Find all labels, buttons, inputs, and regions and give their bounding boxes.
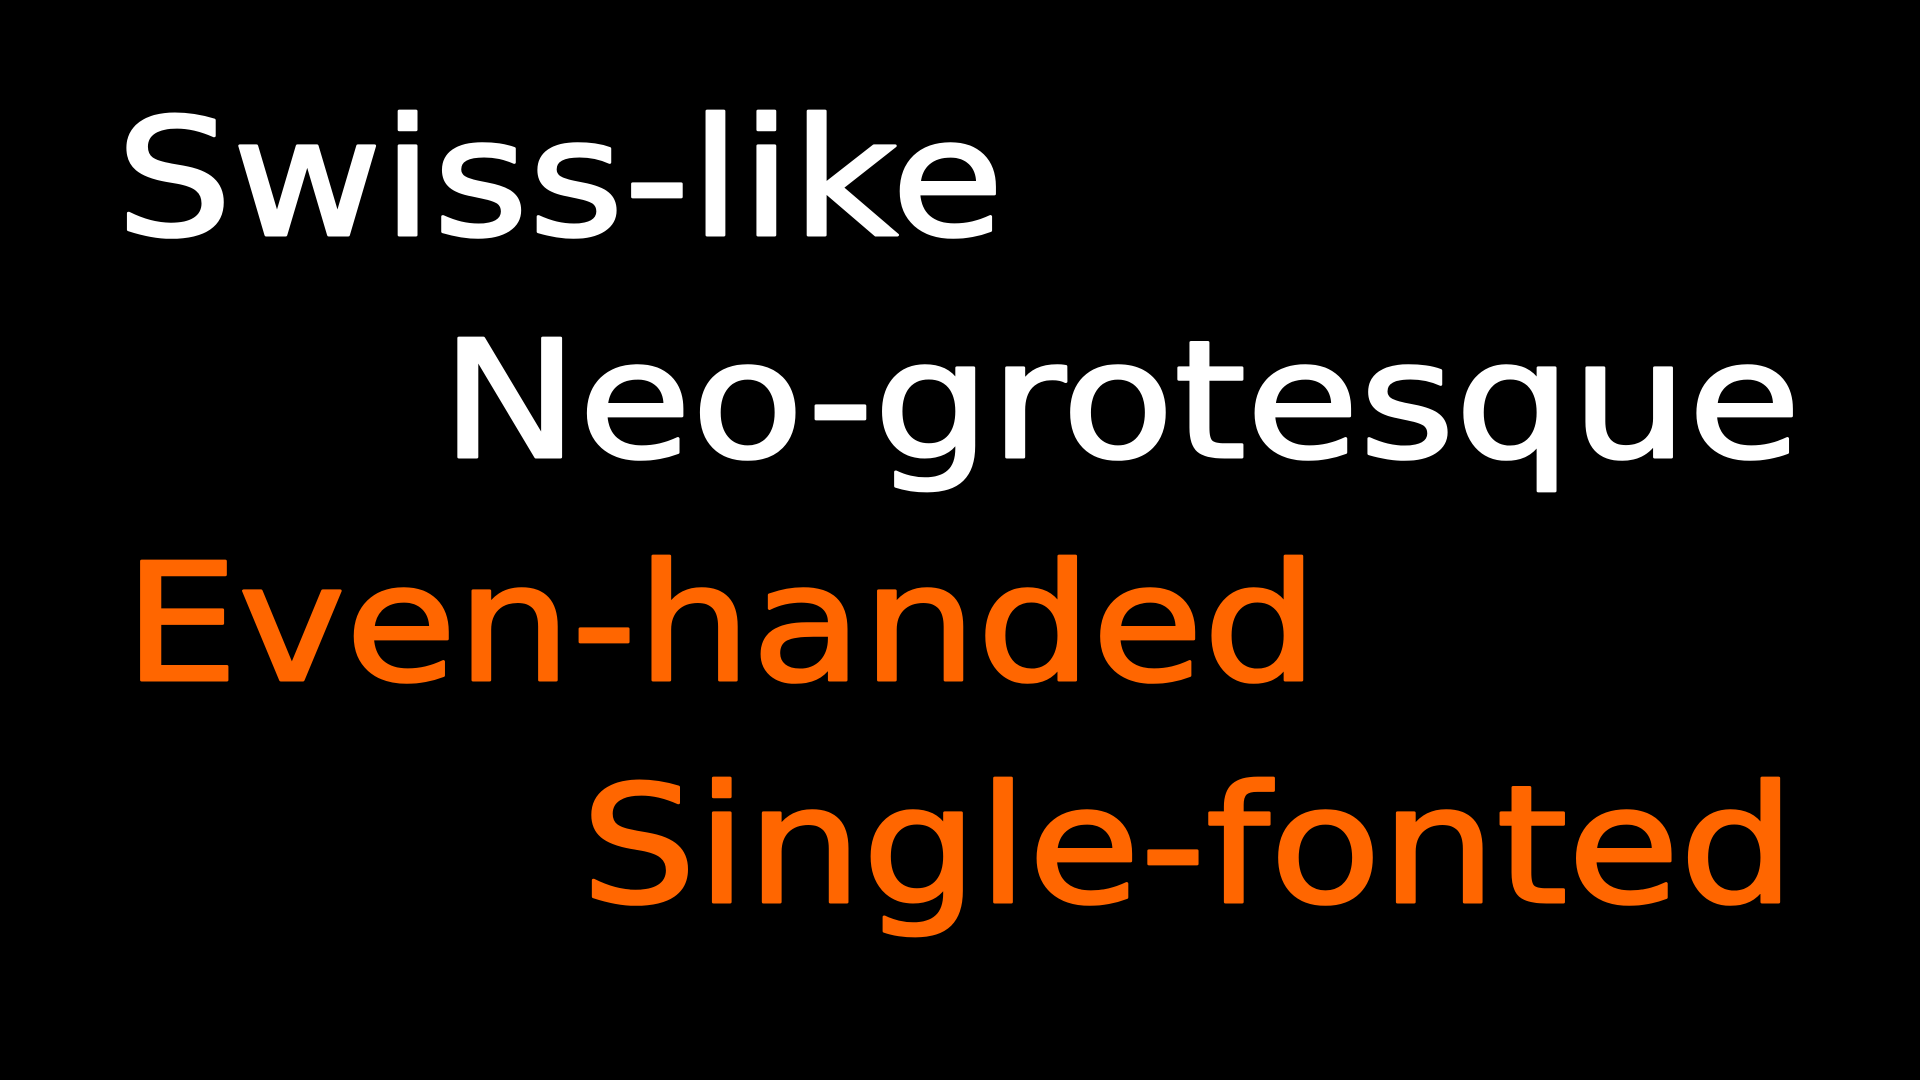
typography-poster: Swiss-like Neo-grotesque Even-handed Sin… <box>0 0 1920 1080</box>
line-neo-grotesque: Neo-grotesque <box>441 307 1801 496</box>
line-single-fonted: Single-fonted <box>581 752 1795 941</box>
line-swiss-like: Swiss-like <box>116 85 1004 274</box>
line-even-handed: Even-handed <box>124 530 1318 719</box>
